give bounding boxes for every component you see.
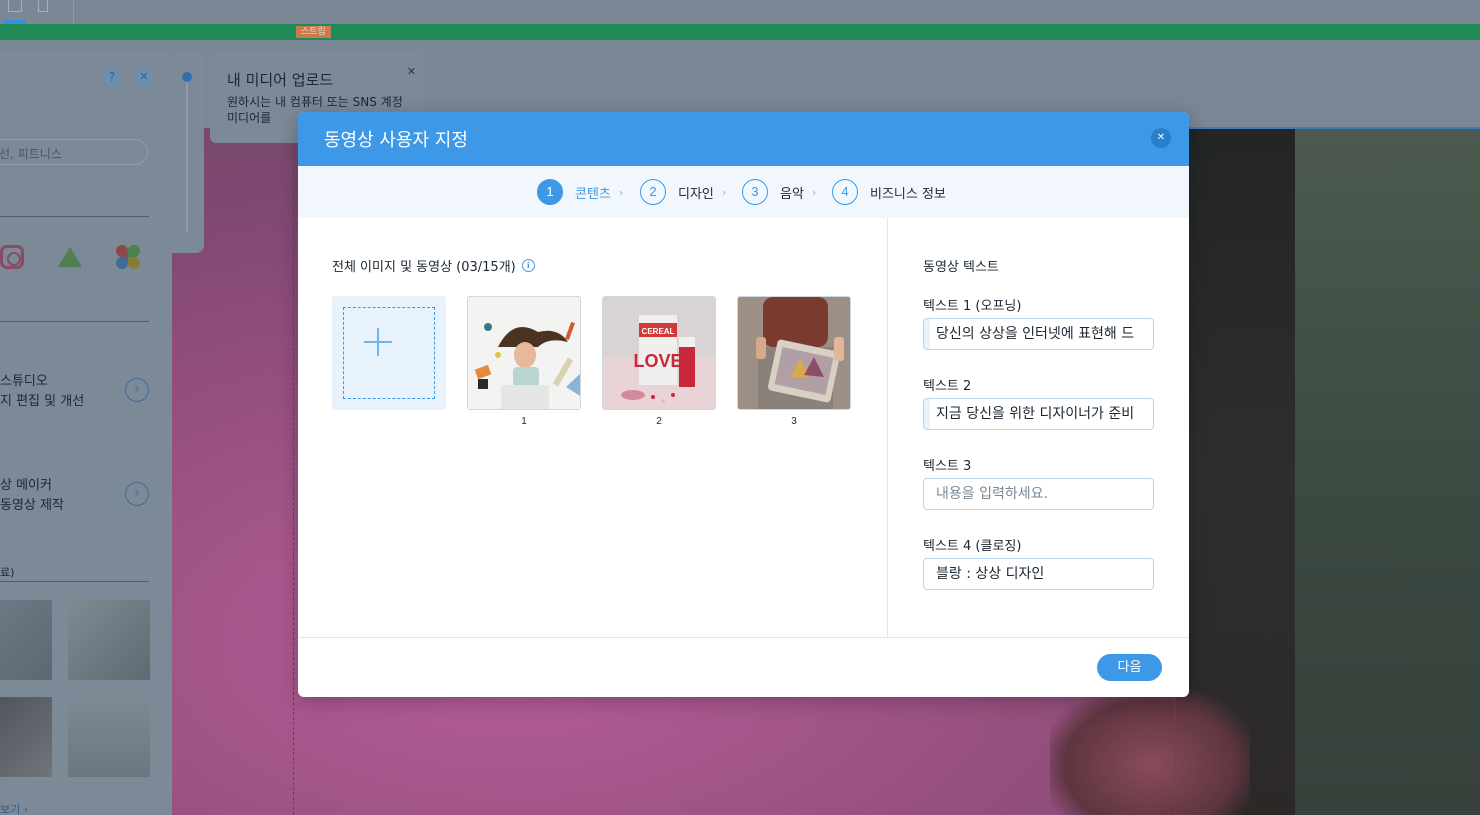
step-content[interactable]: 1 콘텐츠 › — [537, 179, 623, 205]
media-section: 전체 이미지 및 동영상 (03/15개) i 1 CEREAL LOVE 2 … — [298, 218, 887, 637]
stock-thumbnail[interactable] — [0, 697, 52, 777]
text-2-input[interactable]: 지금 당신을 위한 디자이너가 준비 — [923, 398, 1154, 430]
gridline-left — [293, 128, 294, 815]
video-maker-item[interactable]: 상 메이커 동영상 제작 — [0, 476, 64, 516]
step-label: 콘텐츠 — [575, 186, 611, 202]
step-number: 3 — [742, 179, 768, 205]
text-4-value: 블랑 : 상상 디자인 — [936, 566, 1045, 582]
svg-text:CEREAL: CEREAL — [642, 327, 675, 336]
wizard-steps: 1 콘텐츠 › 2 디자인 › 3 음악 › 4 비즈니스 정보 — [298, 166, 1189, 218]
steps-rail — [172, 53, 204, 253]
chevron-right-icon[interactable]: › — [125, 482, 149, 506]
step-music[interactable]: 3 음악 › — [742, 179, 816, 205]
help-icon[interactable]: ? — [102, 67, 122, 87]
rail-step-dot — [182, 72, 192, 82]
media-studio-subtitle: 지 편집 및 개선 — [0, 394, 85, 409]
text-3-input[interactable]: 내용을 입력하세요. — [923, 478, 1154, 510]
woman-with-stationery-image — [468, 297, 580, 409]
google-photos-icon[interactable] — [116, 245, 140, 269]
divider — [0, 581, 149, 582]
step-business-info[interactable]: 4 비즈니스 정보 — [832, 179, 946, 205]
dialog-title: 동영상 사용자 지정 — [324, 130, 468, 151]
stock-thumbnail[interactable] — [0, 600, 52, 680]
close-icon[interactable]: ✕ — [134, 67, 154, 87]
text-4-label: 텍스트 4 (클로징) — [923, 539, 1022, 554]
chevron-right-icon: › — [721, 185, 727, 199]
media-thumbnail-1[interactable] — [467, 296, 581, 410]
thumbnail-number: 3 — [791, 416, 797, 427]
mobile-view-icon[interactable] — [38, 0, 48, 12]
person-drawing-tablet-image — [738, 297, 850, 409]
step-label: 디자인 — [678, 186, 714, 202]
info-icon[interactable]: i — [521, 259, 535, 272]
step-label: 음악 — [780, 186, 804, 202]
plus-icon — [377, 328, 379, 356]
text-1-value: 당신의 상상을 인터넷에 표현해 드 — [936, 326, 1135, 342]
media-section-title: 전체 이미지 및 동영상 (03/15개) i — [332, 256, 535, 275]
video-text-section: 동영상 텍스트 텍스트 1 (오프닝) 당신의 상상을 인터넷에 표현해 드 텍… — [888, 218, 1189, 637]
video-maker-subtitle: 동영상 제작 — [0, 498, 64, 513]
thumbnail-number: 1 — [521, 416, 527, 427]
step-number: 2 — [640, 179, 666, 205]
svg-text:LOVE: LOVE — [633, 351, 682, 371]
divider — [0, 321, 149, 322]
step-number: 1 — [537, 179, 563, 205]
video-maker-title: 상 메이커 — [0, 478, 52, 493]
cereal-love-box-image: CEREAL LOVE — [603, 297, 715, 409]
next-button[interactable]: 다음 — [1097, 654, 1162, 681]
instagram-icon[interactable] — [0, 245, 24, 269]
footer-divider — [298, 637, 1189, 638]
chevron-right-icon: › — [811, 185, 817, 199]
customize-video-dialog: 동영상 사용자 지정 ✕ 1 콘텐츠 › 2 디자인 › 3 음악 › 4 비즈… — [298, 112, 1189, 697]
close-icon[interactable]: ✕ — [1151, 128, 1171, 148]
free-media-label: 료) — [0, 566, 15, 579]
text-2-label: 텍스트 2 — [923, 379, 972, 394]
media-thumbnail-2[interactable]: CEREAL LOVE — [602, 296, 716, 410]
media-panel: ? ✕ 선, 피트니스 스튜디오 지 편집 및 개선 › 상 메이커 동영상 제… — [0, 53, 172, 815]
media-thumbnail-3[interactable] — [737, 296, 851, 410]
media-section-title-text: 전체 이미지 및 동영상 (03/15개) — [332, 260, 516, 275]
desktop-view-icon[interactable] — [8, 0, 22, 12]
rail-line — [186, 82, 188, 232]
stock-thumbnail[interactable] — [68, 600, 150, 680]
strip-tag[interactable]: 스트립 — [296, 26, 331, 38]
stock-thumbnail[interactable] — [68, 697, 150, 777]
add-media-dropzone — [343, 307, 435, 399]
text-1-input[interactable]: 당신의 상상을 인터넷에 표현해 드 — [923, 318, 1154, 350]
search-placeholder: 선, 피트니스 — [0, 147, 62, 161]
strip-highlight-bar — [0, 24, 1480, 40]
thumbnail-number: 2 — [656, 416, 662, 427]
chevron-right-icon: › — [618, 185, 624, 199]
add-media-button[interactable] — [332, 296, 446, 410]
see-more-link[interactable]: 보기 › — [0, 801, 28, 815]
topbar-divider — [73, 0, 74, 24]
section-outline — [1188, 127, 1480, 129]
media-studio-item[interactable]: 스튜디오 지 편집 및 개선 — [0, 372, 84, 412]
text-1-label: 텍스트 1 (오프닝) — [923, 299, 1022, 314]
chevron-right-icon[interactable]: › — [125, 378, 149, 402]
step-design[interactable]: 2 디자인 › — [640, 179, 726, 205]
close-icon[interactable]: ✕ — [407, 65, 416, 78]
dialog-header: 동영상 사용자 지정 ✕ — [298, 112, 1189, 166]
divider — [0, 216, 149, 217]
text-3-label: 텍스트 3 — [923, 459, 972, 474]
text-3-placeholder: 내용을 입력하세요. — [936, 486, 1048, 502]
step-label: 비즈니스 정보 — [870, 186, 946, 202]
media-studio-title: 스튜디오 — [0, 374, 48, 389]
upload-tooltip-title: 내 미디어 업로드 — [227, 71, 334, 89]
canvas-hero-detail — [1050, 690, 1250, 815]
text-2-value: 지금 당신을 위한 디자이너가 준비 — [936, 406, 1135, 422]
text-4-input[interactable]: 블랑 : 상상 디자인 — [923, 558, 1154, 590]
video-text-title: 동영상 텍스트 — [923, 260, 999, 275]
step-number: 4 — [832, 179, 858, 205]
media-search-input[interactable]: 선, 피트니스 — [0, 139, 148, 165]
google-drive-icon[interactable] — [58, 247, 82, 267]
editor-topbar — [0, 0, 1480, 24]
